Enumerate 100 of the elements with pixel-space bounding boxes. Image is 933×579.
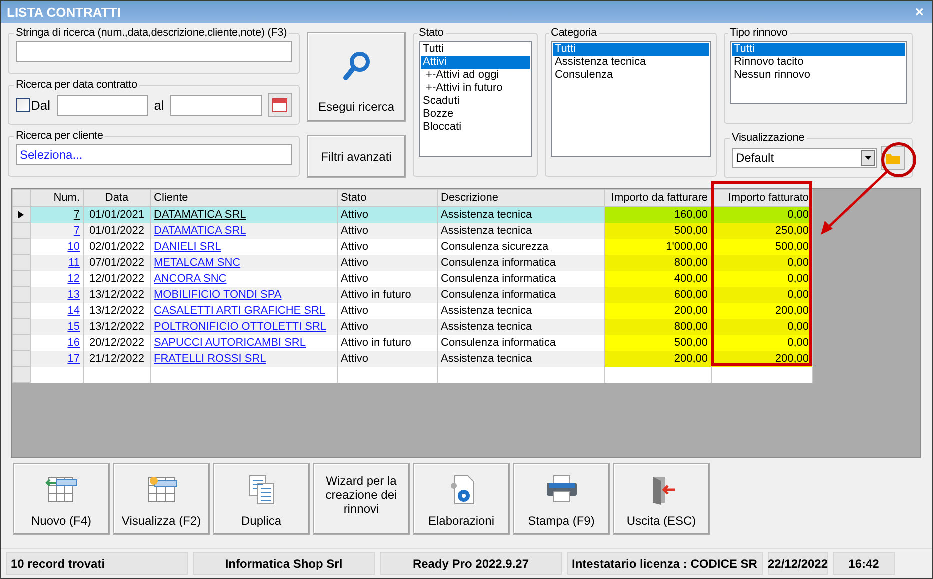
- number-link[interactable]: 7: [74, 208, 80, 221]
- client-link[interactable]: ANCORA SNC: [154, 272, 227, 284]
- table-cell: 1'000,00: [604, 238, 712, 254]
- filter-listbox[interactable]: Tutti Rinnovo tacito Nessun rinnovo: [730, 41, 907, 104]
- table-cell: 01/01/2021: [84, 206, 150, 222]
- table-cell: Attivo: [338, 206, 438, 222]
- table-cell: 01/01/2022: [84, 222, 150, 238]
- table-cell: 800,00: [604, 318, 712, 334]
- table-cell: Attivo: [338, 350, 438, 366]
- number-link[interactable]: 11: [68, 256, 80, 268]
- group-label: Visualizzazione: [731, 132, 806, 144]
- number-link[interactable]: 16: [68, 336, 80, 348]
- table-cell: 21/12/2022: [84, 350, 150, 366]
- table-cell: 200,00: [604, 350, 712, 366]
- list-item[interactable]: Assistenza tecnica: [553, 56, 709, 69]
- column-header[interactable]: Data: [84, 190, 150, 206]
- filter-listbox[interactable]: Tutti Attivi +-Attivi ad oggi +-Attivi in futuro Scaduti Bozze Bloccati: [419, 41, 532, 157]
- client-link[interactable]: METALCAM SNC: [154, 256, 241, 268]
- group-label: Ricerca per cliente: [15, 130, 104, 142]
- status-panel: Ready Pro 2022.9.27: [380, 552, 562, 575]
- table-cell: Attivo: [338, 238, 438, 254]
- filter-listbox[interactable]: Tutti Assistenza tecnica Consulenza: [551, 41, 711, 157]
- table-cell: Consulenza sicurezza: [438, 238, 604, 254]
- table-cell: 20/12/2022: [84, 334, 150, 350]
- action-button[interactable]: Duplica: [213, 463, 310, 535]
- column-header[interactable]: Cliente: [150, 190, 338, 206]
- column-header[interactable]: Importo da fatturare: [604, 190, 712, 206]
- action-button[interactable]: Uscita (ESC): [613, 463, 710, 535]
- column-header[interactable]: Num.: [30, 190, 84, 206]
- column-header[interactable]: Importo fatturato: [712, 190, 812, 206]
- search-button[interactable]: Esegui ricerca: [307, 32, 406, 122]
- table-cell: Consulenza informatica: [438, 334, 604, 350]
- status-panel: Intestatario licenza : CODICE SR: [567, 552, 763, 575]
- client-link[interactable]: DATAMATICA SRL: [154, 208, 246, 221]
- table-cell: Attivo: [338, 254, 438, 270]
- table-cell: Consulenza informatica: [438, 270, 604, 286]
- table-cell: Assistenza tecnica: [438, 222, 604, 238]
- list-item[interactable]: Rinnovo tacito: [732, 56, 905, 69]
- table-cell: 500,00: [604, 334, 712, 350]
- group-label: Stato: [418, 27, 445, 39]
- view-dropdown[interactable]: Default: [732, 148, 877, 168]
- table-cell: Assistenza tecnica: [438, 302, 604, 318]
- table-cell: Attivo: [338, 302, 438, 318]
- list-item[interactable]: Consulenza: [553, 69, 709, 82]
- list-item[interactable]: Bloccati: [421, 121, 530, 134]
- table-cell: 500,00: [604, 222, 712, 238]
- action-button[interactable]: Wizard per la creazione dei rinnovi: [313, 463, 410, 535]
- number-link[interactable]: 15: [68, 320, 80, 332]
- action-button[interactable]: Visualizza (F2): [113, 463, 210, 535]
- table-cell: Attivo in futuro: [338, 286, 438, 302]
- number-link[interactable]: 14: [68, 304, 80, 316]
- list-item[interactable]: Scaduti: [421, 95, 530, 108]
- client-link[interactable]: FRATELLI ROSSI SRL: [154, 352, 266, 364]
- client-link[interactable]: POLTRONIFICIO OTTOLETTI SRL: [154, 320, 327, 332]
- table-cell: Attivo: [338, 318, 438, 334]
- to-label: al: [154, 98, 164, 112]
- client-link[interactable]: CASALETTI ARTI GRAFICHE SRL: [154, 304, 326, 316]
- client-link[interactable]: SAPUCCI AUTORICAMBI SRL: [154, 336, 306, 348]
- list-item[interactable]: +-Attivi in futuro: [421, 82, 530, 95]
- status-panel: Informatica Shop Srl: [193, 552, 375, 575]
- action-button[interactable]: Elaborazioni: [413, 463, 510, 535]
- group-label: Stringa di ricerca (num.,data,descrizione,cliente,note) (F3): [15, 27, 288, 39]
- table-cell: Attivo: [338, 222, 438, 238]
- table-cell: 13/12/2022: [84, 302, 150, 318]
- group-label: Tipo rinnovo: [729, 27, 789, 39]
- client-field[interactable]: Seleziona...: [16, 144, 292, 165]
- number-link[interactable]: 12: [68, 272, 80, 284]
- table-cell: 400,00: [604, 270, 712, 286]
- table-cell: 600,00: [604, 286, 712, 302]
- column-header[interactable]: Stato: [338, 190, 438, 206]
- action-button[interactable]: Nuovo (F4): [13, 463, 110, 535]
- action-button[interactable]: Stampa (F9): [513, 463, 610, 535]
- list-item[interactable]: Attivi: [421, 56, 530, 69]
- list-item[interactable]: +-Attivi ad oggi: [421, 69, 530, 82]
- group-label: Ricerca per data contratto: [15, 79, 138, 91]
- list-item[interactable]: Tutti: [732, 43, 905, 56]
- table-cell: Assistenza tecnica: [438, 318, 604, 334]
- client-link[interactable]: DANIELI SRL: [154, 240, 222, 252]
- group-label: Categoria: [550, 27, 598, 39]
- table-cell: 07/01/2022: [84, 254, 150, 270]
- number-link[interactable]: 17: [68, 352, 80, 364]
- list-item[interactable]: Tutti: [421, 43, 530, 56]
- number-link[interactable]: 10: [68, 240, 80, 252]
- client-link[interactable]: DATAMATICA SRL: [154, 224, 246, 236]
- client-link[interactable]: MOBILIFICIO TONDI SPA: [154, 288, 282, 300]
- column-header[interactable]: Descrizione: [438, 190, 604, 206]
- table-cell: 160,00: [604, 206, 712, 222]
- table-cell: 13/12/2022: [84, 286, 150, 302]
- number-link[interactable]: 7: [74, 224, 80, 236]
- table-cell: 800,00: [604, 254, 712, 270]
- status-panel: 10 record trovati: [6, 552, 188, 575]
- advanced-filters-button[interactable]: Filtri avanzati: [307, 135, 406, 178]
- list-item[interactable]: Tutti: [553, 43, 709, 56]
- list-item[interactable]: Bozze: [421, 108, 530, 121]
- table-cell: 02/01/2022: [84, 238, 150, 254]
- list-item[interactable]: Nessun rinnovo: [732, 69, 905, 82]
- from-label: Dal: [31, 98, 51, 112]
- table-cell: Attivo: [338, 270, 438, 286]
- status-panel: 16:42: [833, 552, 895, 575]
- number-link[interactable]: 13: [68, 288, 80, 300]
